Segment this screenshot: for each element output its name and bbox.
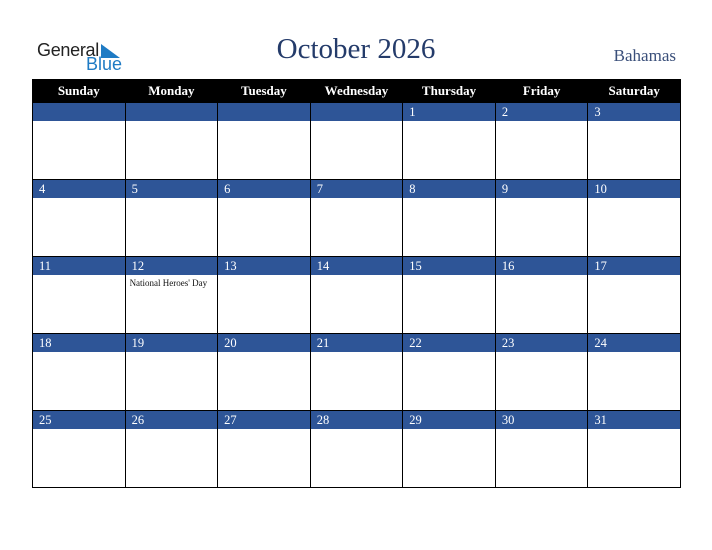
day-number xyxy=(218,103,310,121)
day-cell[interactable] xyxy=(217,102,311,180)
day-number: 8 xyxy=(403,180,495,198)
day-cell[interactable]: 24 xyxy=(587,333,681,411)
week-row: 11 12 National Heroes' Day 13 14 15 16 17 xyxy=(32,256,681,334)
day-number: 17 xyxy=(588,257,680,275)
weekday-header: Monday xyxy=(124,79,219,103)
day-number: 9 xyxy=(495,180,588,198)
calendar-grid: Sunday Monday Tuesday Wednesday Thursday Frid… xyxy=(32,79,681,488)
day-number: 13 xyxy=(218,257,310,275)
day-cell[interactable]: 6 xyxy=(217,179,311,257)
day-number: 11 xyxy=(33,257,125,275)
day-number: 2 xyxy=(495,103,588,121)
day-number: 30 xyxy=(495,411,588,429)
day-cell[interactable]: 27 xyxy=(217,410,311,488)
weekday-header: Wednesday xyxy=(309,79,404,103)
day-cell[interactable]: 30 xyxy=(494,410,589,488)
day-number: 3 xyxy=(588,103,680,121)
week-row: 18 19 20 21 22 23 24 xyxy=(32,333,681,411)
day-cell[interactable] xyxy=(124,102,219,180)
day-cell[interactable]: 23 xyxy=(494,333,589,411)
weekday-header: Tuesday xyxy=(217,79,311,103)
day-cell[interactable]: 14 xyxy=(309,256,404,334)
page-title: October 2026 xyxy=(276,33,436,65)
day-number: 29 xyxy=(403,411,495,429)
day-number xyxy=(125,103,218,121)
day-cell[interactable]: 12 National Heroes' Day xyxy=(124,256,219,334)
day-number: 10 xyxy=(588,180,680,198)
day-number: 21 xyxy=(310,334,403,352)
day-number: 28 xyxy=(310,411,403,429)
day-cell[interactable]: 8 xyxy=(402,179,496,257)
day-cell[interactable]: 19 xyxy=(124,333,219,411)
day-number xyxy=(33,103,125,121)
day-cell[interactable] xyxy=(309,102,404,180)
country-label: Bahamas xyxy=(613,46,676,65)
day-cell[interactable] xyxy=(32,102,126,180)
day-number: 15 xyxy=(403,257,495,275)
day-cell[interactable]: 9 xyxy=(494,179,589,257)
day-cell[interactable]: 17 xyxy=(587,256,681,334)
day-number: 22 xyxy=(403,334,495,352)
weekday-header: Saturday xyxy=(587,79,681,103)
day-cell[interactable]: 28 xyxy=(309,410,404,488)
day-cell[interactable]: 7 xyxy=(309,179,404,257)
day-cell[interactable]: 10 xyxy=(587,179,681,257)
week-row: 25 26 27 28 29 30 31 xyxy=(32,410,681,488)
day-cell[interactable]: 4 xyxy=(32,179,126,257)
day-number: 14 xyxy=(310,257,403,275)
day-cell[interactable]: 2 xyxy=(494,102,589,180)
day-cell[interactable]: 25 xyxy=(32,410,126,488)
day-number xyxy=(310,103,403,121)
day-number: 19 xyxy=(125,334,218,352)
day-number: 6 xyxy=(218,180,310,198)
day-cell[interactable]: 29 xyxy=(402,410,496,488)
day-number: 1 xyxy=(403,103,495,121)
day-cell[interactable]: 26 xyxy=(124,410,219,488)
weekday-header: Friday xyxy=(494,79,589,103)
day-number: 23 xyxy=(495,334,588,352)
day-number: 5 xyxy=(125,180,218,198)
day-cell[interactable]: 1 xyxy=(402,102,496,180)
day-number: 26 xyxy=(125,411,218,429)
day-cell[interactable]: 16 xyxy=(494,256,589,334)
day-number: 18 xyxy=(33,334,125,352)
weekday-header: Thursday xyxy=(402,79,496,103)
week-row: 123 xyxy=(32,102,681,180)
day-cell[interactable]: 5 xyxy=(124,179,219,257)
day-number: 27 xyxy=(218,411,310,429)
day-cell[interactable]: 22 xyxy=(402,333,496,411)
day-number: 24 xyxy=(588,334,680,352)
week-row: 4 5 6 7 8 9 10 xyxy=(32,179,681,257)
day-number: 20 xyxy=(218,334,310,352)
day-cell[interactable]: 20 xyxy=(217,333,311,411)
day-number: 16 xyxy=(495,257,588,275)
day-number: 4 xyxy=(33,180,125,198)
day-number: 31 xyxy=(588,411,680,429)
day-cell[interactable]: 31 xyxy=(587,410,681,488)
weekday-header: Sunday xyxy=(32,79,126,103)
day-number: 25 xyxy=(33,411,125,429)
day-cell[interactable]: 18 xyxy=(32,333,126,411)
day-cell[interactable]: 11 xyxy=(32,256,126,334)
day-cell[interactable]: 21 xyxy=(309,333,404,411)
day-cell[interactable]: 15 xyxy=(402,256,496,334)
holiday-label: National Heroes' Day xyxy=(129,278,208,288)
day-number: 7 xyxy=(310,180,403,198)
day-cell[interactable]: 3 xyxy=(587,102,681,180)
day-number: 12 xyxy=(125,257,218,275)
day-cell[interactable]: 13 xyxy=(217,256,311,334)
